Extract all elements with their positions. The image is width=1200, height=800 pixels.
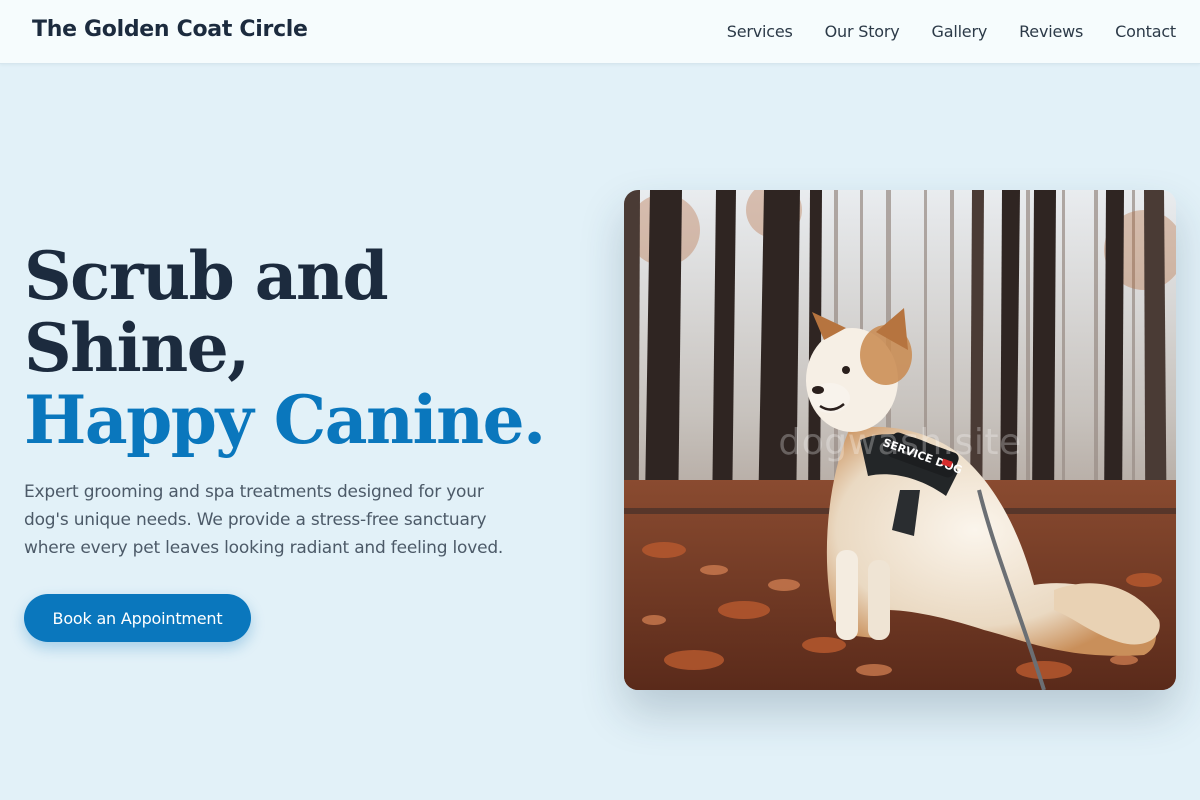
site-header: The Golden Coat Circle Services Our Stor… xyxy=(0,0,1200,64)
nav-link-contact[interactable]: Contact xyxy=(1115,22,1176,41)
headline-accent: Happy Canine. xyxy=(24,381,546,459)
headline-line-2: Shine, xyxy=(24,309,250,387)
nav-link-our-story[interactable]: Our Story xyxy=(825,22,900,41)
book-appointment-button[interactable]: Book an Appointment xyxy=(24,594,251,642)
dog-in-forest-image: SERVICE DOG xyxy=(624,190,1176,690)
nav-link-services[interactable]: Services xyxy=(727,22,793,41)
hero-dog-photo: SERVICE DOG dogwash.site xyxy=(624,190,1176,690)
hero-headline: Scrub and Shine, Happy Canine. xyxy=(24,240,584,456)
brand-logo-text[interactable]: The Golden Coat Circle xyxy=(32,17,308,42)
nav-link-reviews[interactable]: Reviews xyxy=(1019,22,1083,41)
main-nav: Services Our Story Gallery Reviews Conta… xyxy=(727,22,1176,41)
hero-description: Expert grooming and spa treatments desig… xyxy=(24,482,504,558)
nav-link-gallery[interactable]: Gallery xyxy=(932,22,988,41)
headline-line-1: Scrub and xyxy=(24,237,389,315)
